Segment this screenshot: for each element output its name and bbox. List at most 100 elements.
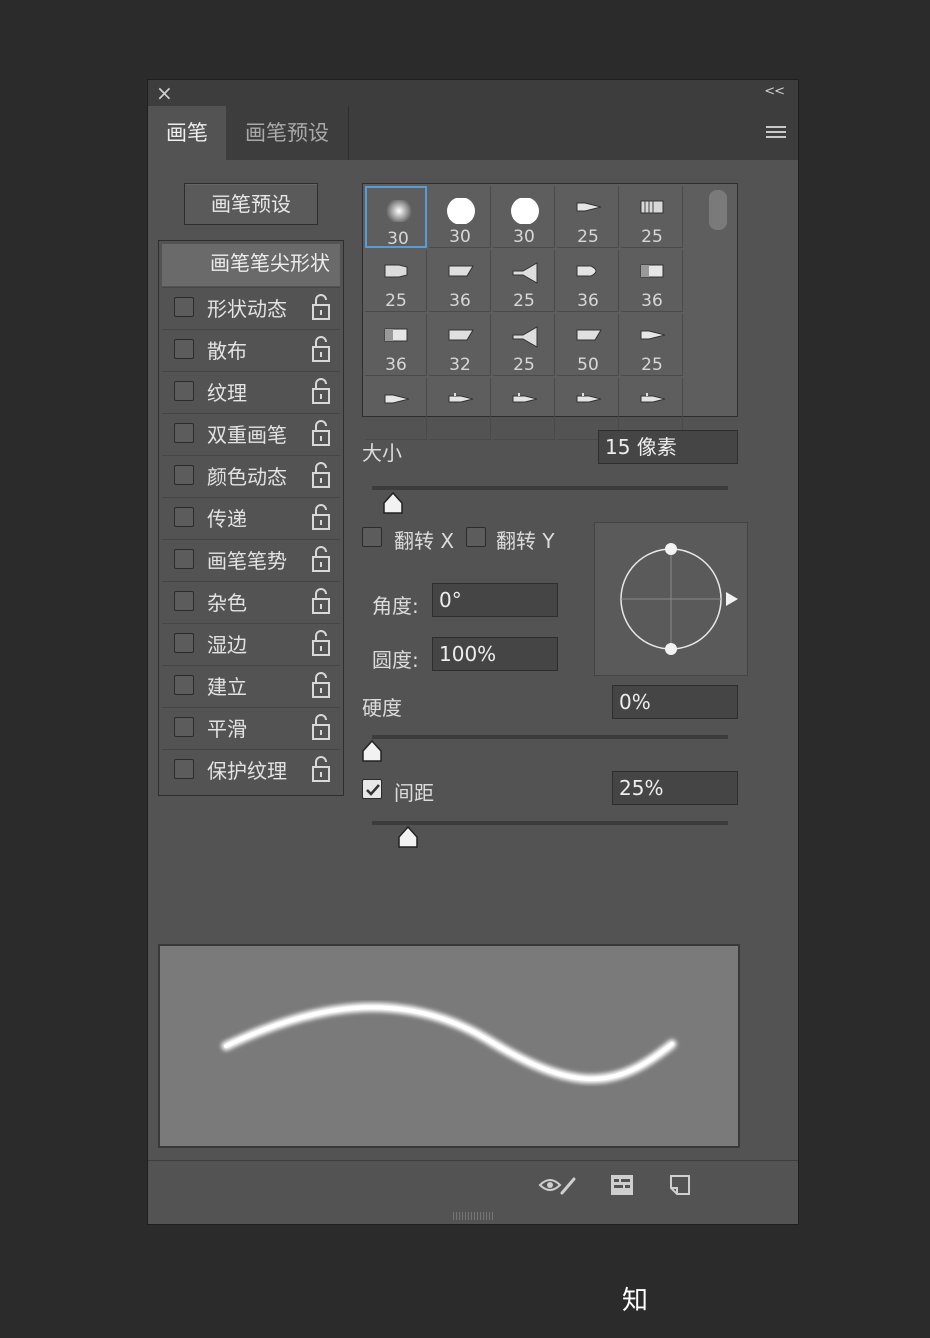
roundness-field[interactable]: 100% xyxy=(432,637,558,671)
brush-tip-cell[interactable]: 25 xyxy=(557,186,619,248)
fan-brush-icon xyxy=(511,262,539,284)
brush-tip-cell[interactable]: 25 xyxy=(493,250,555,312)
angle-dial-icon[interactable] xyxy=(595,523,747,675)
brush-tip-cell[interactable]: 36 xyxy=(365,314,427,376)
blunt-brush-icon xyxy=(639,262,667,280)
size-slider-track[interactable] xyxy=(372,486,728,490)
brush-tip-cell[interactable] xyxy=(365,378,427,440)
sidebar-checkbox[interactable] xyxy=(174,675,194,695)
panel-bottom-toolbar xyxy=(148,1160,798,1209)
new-preset-icon[interactable] xyxy=(668,1173,692,1197)
eye-brush-icon[interactable] xyxy=(538,1173,578,1197)
spacing-slider-track[interactable] xyxy=(372,821,728,825)
sidebar-checkbox[interactable] xyxy=(174,381,194,401)
sidebar-item-1[interactable]: 形状动态 xyxy=(162,287,340,328)
tab-brush[interactable]: 画笔 xyxy=(148,106,226,160)
size-slider-thumb[interactable] xyxy=(382,492,404,514)
brush-size-label: 36 xyxy=(577,291,599,311)
brush-size-label: 25 xyxy=(385,291,407,311)
sidebar-item-3[interactable]: 纹理 xyxy=(162,371,340,412)
lock-icon[interactable] xyxy=(312,672,330,698)
flip-x-label: 翻转 X xyxy=(394,529,455,553)
angle-roundness-widget[interactable] xyxy=(594,522,748,676)
hardness-slider-thumb[interactable] xyxy=(361,740,383,762)
sidebar-item-2[interactable]: 散布 xyxy=(162,329,340,370)
airbrush-icon xyxy=(447,390,475,408)
sidebar-item-6[interactable]: 传递 xyxy=(162,497,340,538)
size-field[interactable]: 15 像素 xyxy=(598,430,738,464)
close-icon[interactable]: × xyxy=(156,81,173,105)
lock-icon[interactable] xyxy=(312,756,330,782)
brush-tip-cell[interactable]: 50 xyxy=(557,314,619,376)
brush-tip-cell[interactable]: 36 xyxy=(429,250,491,312)
lock-icon[interactable] xyxy=(312,714,330,740)
brush-tip-cell[interactable]: 25 xyxy=(621,186,683,248)
sidebar-checkbox[interactable] xyxy=(174,465,194,485)
sidebar-checkbox[interactable] xyxy=(174,339,194,359)
round-bristle-icon xyxy=(575,262,603,280)
brush-size-label: 36 xyxy=(385,355,407,375)
resize-grip[interactable] xyxy=(453,1212,493,1220)
hardness-field[interactable]: 0% xyxy=(612,685,738,719)
spacing-slider-thumb[interactable] xyxy=(397,826,419,848)
lock-icon[interactable] xyxy=(312,336,330,362)
checkmark-icon xyxy=(366,784,380,796)
lock-icon[interactable] xyxy=(312,294,330,320)
lock-icon[interactable] xyxy=(312,420,330,446)
lock-icon[interactable] xyxy=(312,504,330,530)
sidebar-item-9[interactable]: 湿边 xyxy=(162,623,340,664)
sidebar-item-4[interactable]: 双重画笔 xyxy=(162,413,340,454)
sidebar-item-11[interactable]: 平滑 xyxy=(162,707,340,748)
brush-tip-cell[interactable]: 32 xyxy=(429,314,491,376)
lock-icon[interactable] xyxy=(312,588,330,614)
sidebar-checkbox[interactable] xyxy=(174,591,194,611)
sidebar-checkbox[interactable] xyxy=(174,423,194,443)
sidebar-checkbox[interactable] xyxy=(174,297,194,317)
brush-tip-cell[interactable] xyxy=(493,378,555,440)
sidebar-checkbox[interactable] xyxy=(174,549,194,569)
brush-size-label: 25 xyxy=(513,355,535,375)
brush-tip-cell[interactable]: 36 xyxy=(621,250,683,312)
brush-size-label: 30 xyxy=(449,227,471,247)
brush-tip-cell[interactable] xyxy=(429,378,491,440)
sidebar-item-10[interactable]: 建立 xyxy=(162,665,340,706)
tab-brush-presets[interactable]: 画笔预设 xyxy=(226,106,349,160)
spacing-field[interactable]: 25% xyxy=(612,771,738,805)
brush-tip-cell[interactable]: 30 xyxy=(493,186,555,248)
sidebar-item-12[interactable]: 保护纹理 xyxy=(162,749,340,790)
lock-icon[interactable] xyxy=(312,462,330,488)
hardness-slider-track[interactable] xyxy=(372,735,728,739)
hard-round-icon xyxy=(511,197,539,225)
sidebar-item-7[interactable]: 画笔笔势 xyxy=(162,539,340,580)
pointed-brush-icon xyxy=(383,390,411,408)
brush-presets-button[interactable]: 画笔预设 xyxy=(184,183,318,225)
brush-tip-cell[interactable]: 25 xyxy=(365,250,427,312)
sidebar-checkbox[interactable] xyxy=(174,507,194,527)
fan-brush-icon xyxy=(511,326,539,348)
brush-tip-cell[interactable]: 25 xyxy=(493,314,555,376)
sidebar-item-5[interactable]: 颜色动态 xyxy=(162,455,340,496)
grid-scrollbar[interactable] xyxy=(709,190,727,230)
angle-field[interactable]: 0° xyxy=(432,583,558,617)
brush-tip-cell[interactable]: 30 xyxy=(365,186,427,249)
lock-icon[interactable] xyxy=(312,630,330,656)
spacing-checkbox[interactable] xyxy=(362,779,382,799)
tab-bar: 画笔 画笔预设 xyxy=(148,106,798,160)
brush-tip-cell[interactable]: 30 xyxy=(429,186,491,248)
sidebar-checkbox[interactable] xyxy=(174,633,194,653)
flip-x-checkbox[interactable] xyxy=(362,527,382,547)
brush-tip-cell[interactable]: 25 xyxy=(621,314,683,376)
sidebar-checkbox[interactable] xyxy=(174,759,194,779)
sidebar-item-brush-tip-shape[interactable]: 画笔笔尖形状 xyxy=(162,244,340,286)
lock-icon[interactable] xyxy=(312,378,330,404)
sidebar-item-8[interactable]: 杂色 xyxy=(162,581,340,622)
bristle-brush-icon xyxy=(639,198,667,216)
lock-icon[interactable] xyxy=(312,546,330,572)
collapse-panel-icon[interactable]: << xyxy=(764,84,785,99)
brush-panel: × << 画笔 画笔预设 画笔预设 画笔笔尖形状 形状动态 散布 纹理 双重画笔 颜色动… xyxy=(148,80,798,1224)
brush-tip-cell[interactable]: 36 xyxy=(557,250,619,312)
panel-menu-icon[interactable] xyxy=(766,126,786,141)
grid-panel-icon[interactable] xyxy=(610,1173,634,1197)
flip-y-checkbox[interactable] xyxy=(466,527,486,547)
sidebar-checkbox[interactable] xyxy=(174,717,194,737)
